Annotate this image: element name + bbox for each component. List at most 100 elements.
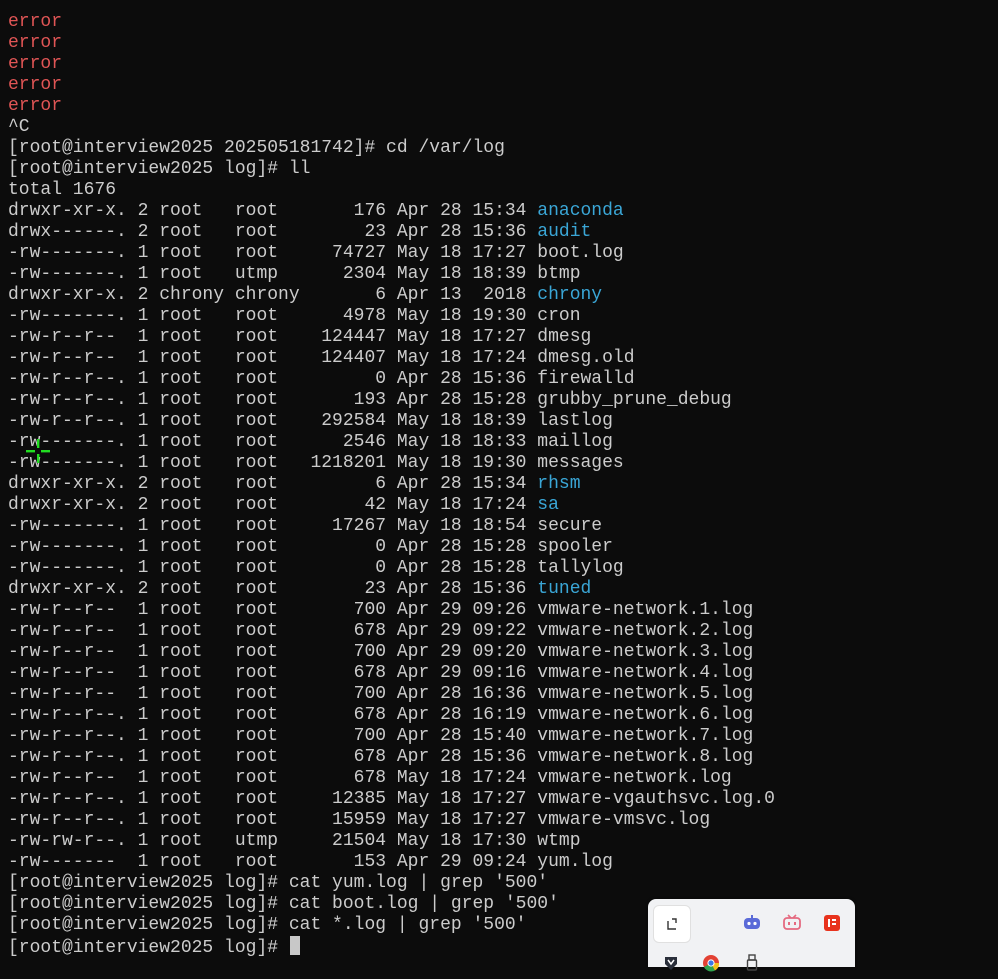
file-name: lastlog	[537, 411, 613, 431]
file-metadata: -rw-r--r-- 1 root root 678 Apr 29 09:22	[8, 621, 538, 641]
listing-row: -rw-------. 1 root root 4978 May 18 19:3…	[8, 306, 581, 327]
file-name: cron	[537, 306, 581, 326]
file-metadata: -rw-------. 1 root root 0 Apr 28 15:28	[8, 558, 538, 578]
file-name: messages	[537, 453, 624, 473]
listing-row: -rw-r--r-- 1 root root 124447 May 18 17:…	[8, 327, 591, 348]
command-line: [root@interview2025 log]# ll	[8, 159, 311, 179]
error-line: error	[8, 75, 63, 95]
chrome-icon[interactable]	[693, 945, 727, 979]
error-line: error	[8, 12, 63, 32]
file-metadata: -rw-r--r--. 1 root root 678 Apr 28 16:19	[8, 705, 538, 725]
file-name: vmware-network.7.log	[537, 726, 754, 746]
file-name: spooler	[537, 537, 613, 557]
file-name: vmware-network.2.log	[537, 621, 754, 641]
listing-row: -rw-r--r--. 1 root root 678 Apr 28 16:19…	[8, 705, 753, 726]
shield-icon[interactable]	[653, 945, 687, 979]
file-metadata: -rw-r--r-- 1 root root 700 Apr 29 09:26	[8, 600, 538, 620]
listing-row: -rw-rw-r--. 1 root utmp 21504 May 18 17:…	[8, 831, 581, 852]
directory-name: tuned	[537, 579, 592, 599]
usb-icon[interactable]	[734, 945, 768, 979]
file-metadata: drwxr-xr-x. 2 root root 42 May 18 17:24	[8, 495, 538, 515]
listing-row: -rw-r--r--. 1 root root 292584 May 18 18…	[8, 411, 613, 432]
file-name: firewalld	[537, 369, 635, 389]
file-name: yum.log	[537, 852, 613, 872]
file-metadata: -rw-r--r-- 1 root root 678 Apr 29 09:16	[8, 663, 538, 683]
puzzle-icon[interactable]	[653, 905, 691, 943]
file-metadata: -rw-------. 1 root root 1218201 May 18 1…	[8, 453, 538, 473]
file-name: vmware-network.5.log	[537, 684, 754, 704]
terminal-window[interactable]: error error error error error ^C [root@intervi…	[0, 0, 998, 967]
file-metadata: -rw-r--r--. 1 root root 12385 May 18 17:…	[8, 789, 538, 809]
error-line: error	[8, 54, 63, 74]
file-name: vmware-network.8.log	[537, 747, 754, 767]
tv-icon[interactable]	[774, 905, 808, 939]
listing-row: -rw-------. 1 root root 0 Apr 28 15:28 s…	[8, 537, 613, 558]
file-name: boot.log	[537, 243, 624, 263]
file-metadata: -rw-r--r-- 1 root root 700 Apr 29 09:20	[8, 642, 538, 662]
file-metadata: -rw-rw-r--. 1 root utmp 21504 May 18 17:…	[8, 831, 538, 851]
file-metadata: -rw-r--r-- 1 root root 124407 May 18 17:…	[8, 348, 538, 368]
listing-row: -rw-r--r-- 1 root root 700 Apr 28 16:36 …	[8, 684, 753, 705]
file-name: tallylog	[537, 558, 624, 578]
file-name: vmware-network.4.log	[537, 663, 754, 683]
directory-name: audit	[537, 222, 592, 242]
listing-row: drwxr-xr-x. 2 root root 42 May 18 17:24 …	[8, 495, 559, 516]
file-name: vmware-network.log	[537, 768, 732, 788]
file-metadata: -rw-r--r-- 1 root root 700 Apr 28 16:36	[8, 684, 538, 704]
file-name: grubby_prune_debug	[537, 390, 732, 410]
file-metadata: drwxr-xr-x. 2 chrony chrony 6 Apr 13 201…	[8, 285, 538, 305]
file-metadata: drwxr-xr-x. 2 root root 6 Apr 28 15:34	[8, 474, 538, 494]
file-name: vmware-vmsvc.log	[537, 810, 711, 830]
listing-row: drwxr-xr-x. 2 root root 6 Apr 28 15:34 r…	[8, 474, 581, 495]
command-line: [root@interview2025 log]# cat yum.log | …	[8, 873, 549, 893]
listing-row: -rw-------. 1 root root 1218201 May 18 1…	[8, 453, 624, 474]
directory-name: sa	[537, 495, 559, 515]
listing-row: -rw-------. 1 root root 74727 May 18 17:…	[8, 243, 624, 264]
crosshair-cursor-icon	[26, 439, 50, 463]
listing-row: -rw-r--r--. 1 root root 0 Apr 28 15:36 f…	[8, 369, 635, 390]
robot-icon[interactable]	[734, 905, 768, 939]
file-metadata: drwx------. 2 root root 23 Apr 28 15:36	[8, 222, 538, 242]
command-line: [root@interview2025 202505181742]# cd /v…	[8, 138, 505, 158]
file-name: vmware-vgauthsvc.log.0	[537, 789, 775, 809]
command-line: [root@interview2025 log]# cat *.log | gr…	[8, 915, 527, 935]
file-name: maillog	[537, 432, 613, 452]
total-line: total 1676	[8, 180, 117, 200]
file-name: vmware-network.1.log	[537, 600, 754, 620]
news-icon[interactable]	[814, 905, 848, 939]
listing-row: -rw-------. 1 root root 0 Apr 28 15:28 t…	[8, 558, 624, 579]
file-metadata: drwxr-xr-x. 2 root root 23 Apr 28 15:36	[8, 579, 538, 599]
directory-name: anaconda	[537, 201, 624, 221]
error-line: error	[8, 33, 63, 53]
file-name: dmesg.old	[537, 348, 635, 368]
command-line: [root@interview2025 log]# cat boot.log |…	[8, 894, 559, 914]
file-metadata: -rw-------. 1 root root 74727 May 18 17:…	[8, 243, 538, 263]
listing-row: -rw-r--r-- 1 root root 700 Apr 29 09:20 …	[8, 642, 753, 663]
listing-row: -rw-r--r--. 1 root root 15959 May 18 17:…	[8, 810, 710, 831]
file-name: vmware-network.6.log	[537, 705, 754, 725]
listing-row: -rw-r--r-- 1 root root 678 Apr 29 09:16 …	[8, 663, 753, 684]
listing-row: drwxr-xr-x. 2 chrony chrony 6 Apr 13 201…	[8, 285, 602, 306]
listing-row: -rw-r--r-- 1 root root 700 Apr 29 09:26 …	[8, 600, 753, 621]
file-name: dmesg	[537, 327, 592, 347]
file-name: secure	[537, 516, 603, 536]
prompt-line[interactable]: [root@interview2025 log]#	[8, 936, 300, 958]
listing-row: -rw-r--r--. 1 root root 700 Apr 28 15:40…	[8, 726, 753, 747]
listing-row: -rw-r--r-- 1 root root 678 Apr 29 09:22 …	[8, 621, 753, 642]
listing-row: -rw-r--r-- 1 root root 124407 May 18 17:…	[8, 348, 635, 369]
listing-row: -rw-r--r-- 1 root root 678 May 18 17:24 …	[8, 768, 732, 789]
file-metadata: -rw-r--r--. 1 root root 15959 May 18 17:…	[8, 810, 538, 830]
listing-row: -rw-------. 1 root utmp 2304 May 18 18:3…	[8, 264, 581, 285]
listing-row: -rw-------. 1 root root 2546 May 18 18:3…	[8, 432, 613, 453]
shell-prompt: [root@interview2025 log]#	[8, 938, 289, 958]
file-metadata: -rw-r--r--. 1 root root 700 Apr 28 15:40	[8, 726, 538, 746]
file-metadata: -rw-------. 1 root root 17267 May 18 18:…	[8, 516, 538, 536]
listing-row: -rw------- 1 root root 153 Apr 29 09:24 …	[8, 852, 613, 873]
file-metadata: -rw-------. 1 root utmp 2304 May 18 18:3…	[8, 264, 538, 284]
file-name: wtmp	[537, 831, 581, 851]
file-metadata: -rw-r--r-- 1 root root 124447 May 18 17:…	[8, 327, 538, 347]
file-metadata: -rw-------. 1 root root 2546 May 18 18:3…	[8, 432, 538, 452]
file-metadata: -rw-r--r--. 1 root root 678 Apr 28 15:36	[8, 747, 538, 767]
listing-row: -rw-------. 1 root root 17267 May 18 18:…	[8, 516, 602, 537]
listing-row: drwxr-xr-x. 2 root root 23 Apr 28 15:36 …	[8, 579, 591, 600]
